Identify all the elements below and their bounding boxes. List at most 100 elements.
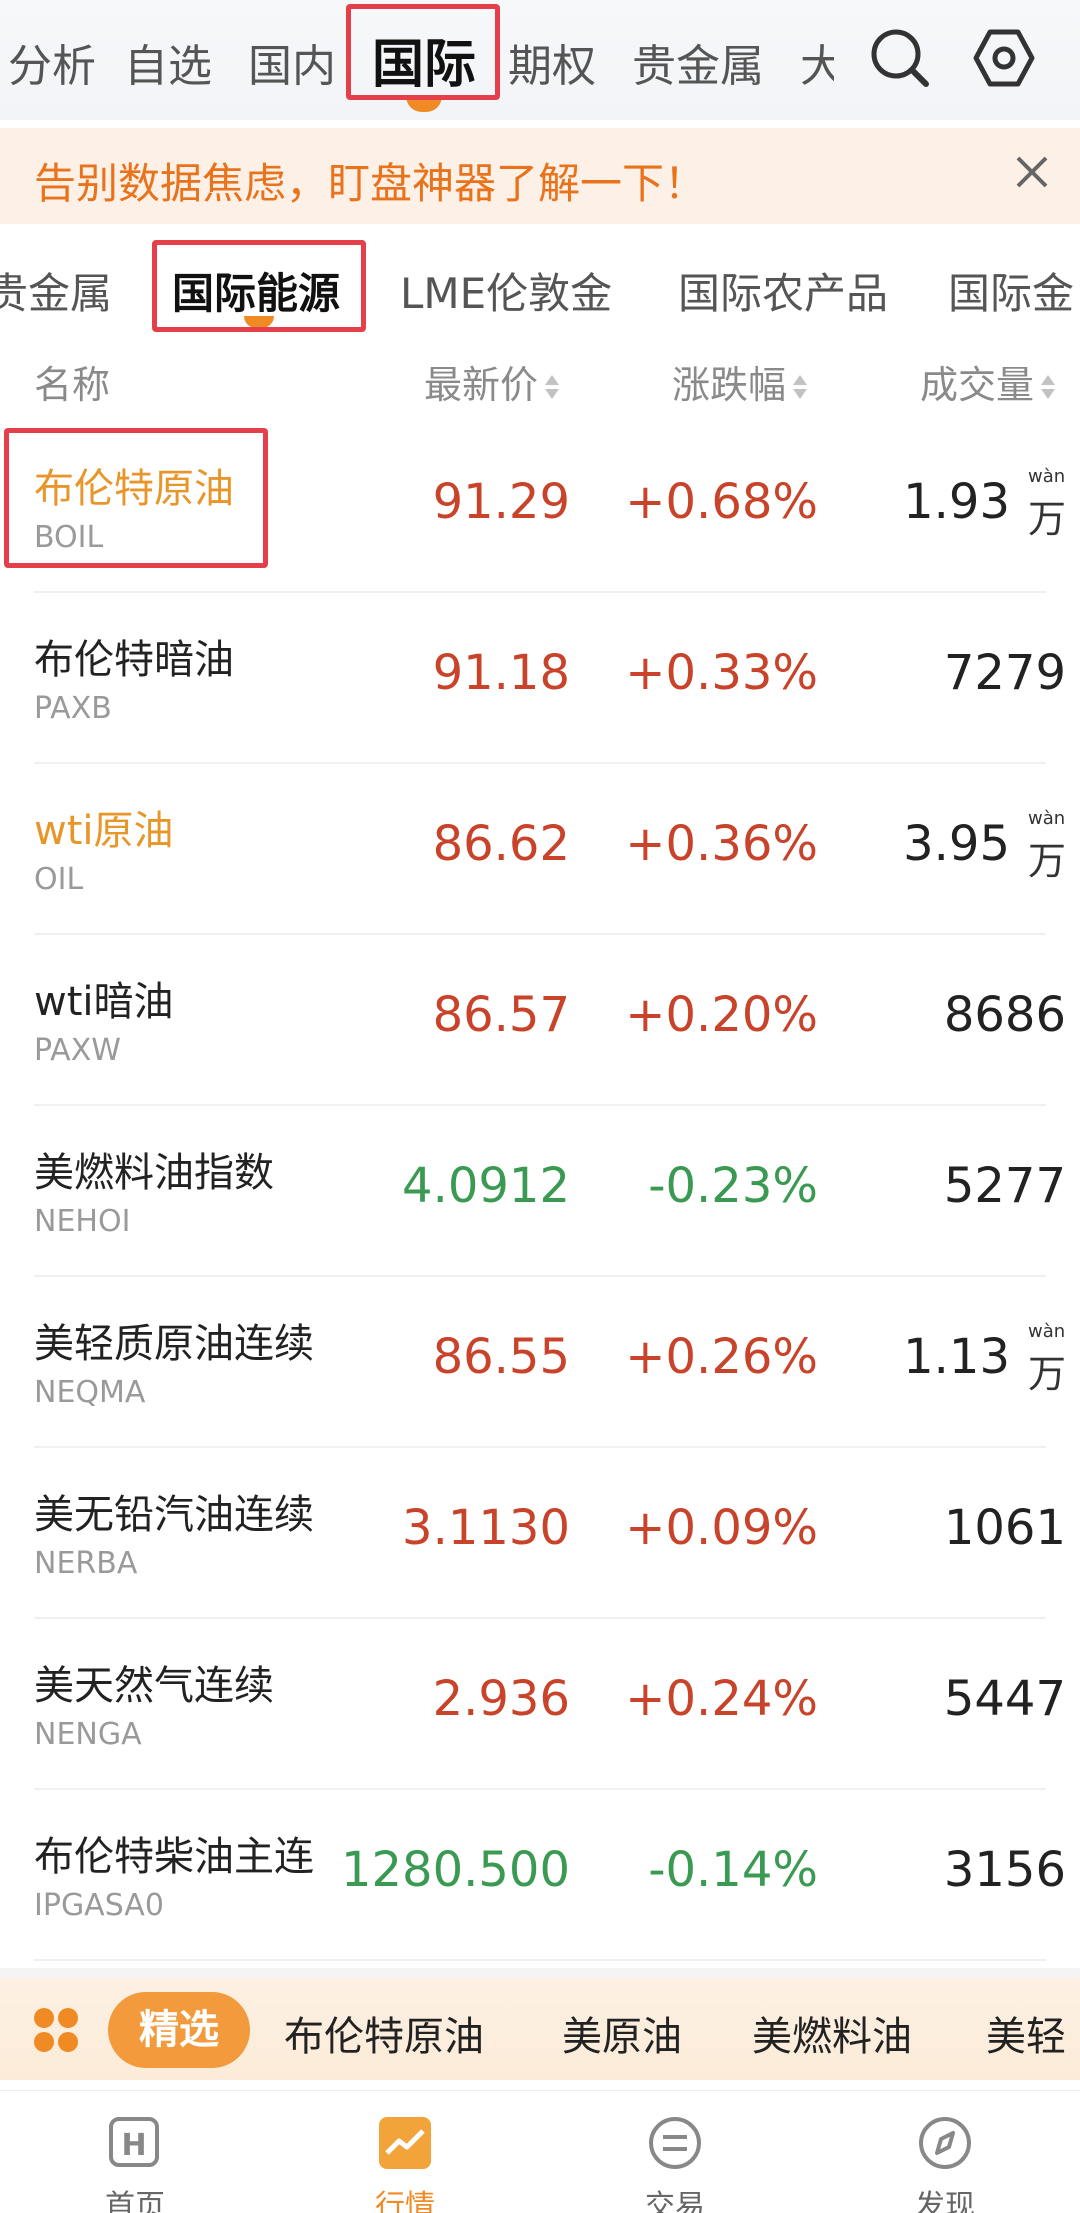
row-code: NEQMA [34, 1375, 146, 1410]
compass-icon [919, 2117, 971, 2169]
sub-tabs: 贵金属 国际能源 LME伦敦金 国际农产品 国际金 [0, 236, 1080, 334]
table-row[interactable]: 美轻质原油连续 NEQMA 86.55 +0.26% 1.13 wàn 万 [0, 1277, 1080, 1448]
settings-icon[interactable] [970, 24, 1038, 92]
row-change: +0.24% [625, 1671, 818, 1727]
row-change: -0.23% [648, 1158, 818, 1214]
trade-icon [649, 2117, 701, 2169]
row-volume: 8686 [943, 987, 1066, 1043]
row-volume: 1.13 [903, 1329, 1010, 1385]
header-change[interactable]: 涨跌幅 [672, 354, 808, 409]
row-price: 2.936 [432, 1671, 570, 1727]
sort-icon [792, 373, 808, 403]
quick-item[interactable]: 美燃料油 [752, 2004, 912, 2062]
annotation-box-top-tab [346, 4, 500, 100]
row-name: 美燃料油指数 [34, 1150, 274, 1196]
close-icon[interactable] [1010, 150, 1054, 194]
banner-text: 告别数据焦虑，盯盘神器了解一下！ [34, 159, 707, 208]
row-name: 布伦特暗油 [34, 637, 234, 683]
nav-home-label: 首页 [105, 2189, 165, 2213]
header-price-label: 最新价 [424, 363, 539, 407]
volume-unit-pinyin: wàn [1028, 1321, 1066, 1342]
row-name: 美无铅汽油连续 [34, 1492, 314, 1538]
tab-more-truncated[interactable]: 大 [800, 30, 834, 94]
header-price[interactable]: 最新价 [424, 354, 560, 409]
row-price: 3.1130 [402, 1500, 570, 1556]
table-row[interactable]: 美天然气连续 NENGA 2.936 +0.24% 5447 [0, 1619, 1080, 1790]
quick-bar: 精选 布伦特原油 美原油 美燃料油 美轻 [0, 1968, 1080, 2080]
subtab-intl-agri[interactable]: 国际农产品 [678, 260, 888, 321]
row-code: OIL [34, 862, 84, 897]
row-code: NEHOI [34, 1204, 131, 1239]
tab-analysis[interactable]: 分析 [8, 30, 96, 94]
annotation-box-subtab [152, 240, 366, 332]
row-volume: 1.93 [903, 474, 1010, 530]
volume-unit: wàn 万 [1024, 1321, 1076, 1396]
subtab-precious-metals[interactable]: 贵金属 [0, 260, 112, 321]
row-volume: 5447 [943, 1671, 1066, 1727]
home-icon: H [109, 2117, 159, 2167]
quick-item[interactable]: 美原油 [562, 2004, 682, 2062]
nav-market[interactable]: 行情 [270, 2091, 540, 2213]
tab-options[interactable]: 期权 [508, 30, 596, 94]
nav-discover[interactable]: 发现 [810, 2091, 1080, 2213]
tab-watchlist[interactable]: 自选 [124, 30, 212, 94]
nav-market-label: 行情 [375, 2189, 435, 2213]
table-row[interactable]: wti暗油 PAXW 86.57 +0.20% 8686 [0, 935, 1080, 1106]
table-row[interactable]: wti原油 OIL 86.62 +0.36% 3.95 wàn 万 [0, 764, 1080, 935]
row-change: +0.26% [625, 1329, 818, 1385]
sort-icon [1040, 373, 1056, 403]
quick-item[interactable]: 布伦特原油 [284, 2004, 484, 2062]
row-price: 91.29 [432, 474, 570, 530]
quick-pill-featured[interactable]: 精选 [108, 1992, 250, 2068]
row-volume: 7279 [943, 645, 1066, 701]
market-chart-icon [379, 2117, 431, 2169]
header-volume[interactable]: 成交量 [920, 354, 1056, 409]
table-row[interactable]: 布伦特暗油 PAXB 91.18 +0.33% 7279 [0, 593, 1080, 764]
row-change: +0.68% [625, 474, 818, 530]
table-row[interactable]: 美无铅汽油连续 NERBA 3.1130 +0.09% 1061 [0, 1448, 1080, 1619]
row-name: wti原油 [34, 808, 174, 854]
volume-unit-pinyin: wàn [1028, 808, 1066, 829]
page: 分析 自选 国内 国际 期权 贵金属 大 告别数据焦虑，盯盘神器了解一下！ 贵金… [0, 0, 1080, 2213]
volume-unit: wàn 万 [1024, 808, 1076, 883]
search-icon[interactable] [866, 24, 934, 92]
quick-item[interactable]: 美轻 [986, 2004, 1066, 2062]
row-volume: 1061 [943, 1500, 1066, 1556]
row-change: +0.20% [625, 987, 818, 1043]
row-code: NENGA [34, 1717, 142, 1752]
tab-domestic[interactable]: 国内 [248, 30, 336, 94]
row-name: wti暗油 [34, 979, 174, 1025]
header-volume-label: 成交量 [920, 363, 1035, 407]
row-change: +0.09% [625, 1500, 818, 1556]
nav-home[interactable]: H 首页 [0, 2091, 270, 2213]
row-name: 美天然气连续 [34, 1663, 274, 1709]
volume-unit-char: 万 [1028, 497, 1067, 541]
row-price: 86.62 [432, 816, 570, 872]
annotation-box-first-row [4, 428, 268, 568]
table-header: 名称 最新价 涨跌幅 成交量 [0, 340, 1080, 420]
header-change-label: 涨跌幅 [672, 363, 787, 407]
row-volume: 3156 [943, 1842, 1066, 1898]
top-nav: 分析 自选 国内 国际 期权 贵金属 大 [0, 0, 1080, 120]
row-price: 1280.500 [340, 1842, 570, 1898]
nav-discover-label: 发现 [915, 2189, 975, 2213]
volume-unit: wàn 万 [1024, 466, 1076, 541]
nav-trade[interactable]: 交易 [540, 2091, 810, 2213]
row-divider [34, 1959, 1046, 1961]
subtab-intl-finance[interactable]: 国际金 [948, 260, 1074, 321]
row-change: +0.36% [625, 816, 818, 872]
header-name: 名称 [34, 363, 111, 407]
row-name: 布伦特柴油主连 [34, 1834, 314, 1880]
row-price: 86.57 [432, 987, 570, 1043]
grid-menu-icon[interactable] [32, 2006, 80, 2054]
row-volume: 5277 [943, 1158, 1066, 1214]
promo-banner[interactable]: 告别数据焦虑，盯盘神器了解一下！ [0, 128, 1080, 224]
row-price: 91.18 [432, 645, 570, 701]
tab-precious-metals[interactable]: 贵金属 [632, 30, 764, 94]
row-volume: 3.95 [903, 816, 1010, 872]
row-code: NERBA [34, 1546, 138, 1581]
table-row[interactable]: 布伦特柴油主连 IPGASA0 1280.500 -0.14% 3156 [0, 1790, 1080, 1961]
table-row[interactable]: 美燃料油指数 NEHOI 4.0912 -0.23% 5277 [0, 1106, 1080, 1277]
subtab-lme[interactable]: LME伦敦金 [400, 260, 612, 321]
volume-unit-char: 万 [1028, 1352, 1067, 1396]
